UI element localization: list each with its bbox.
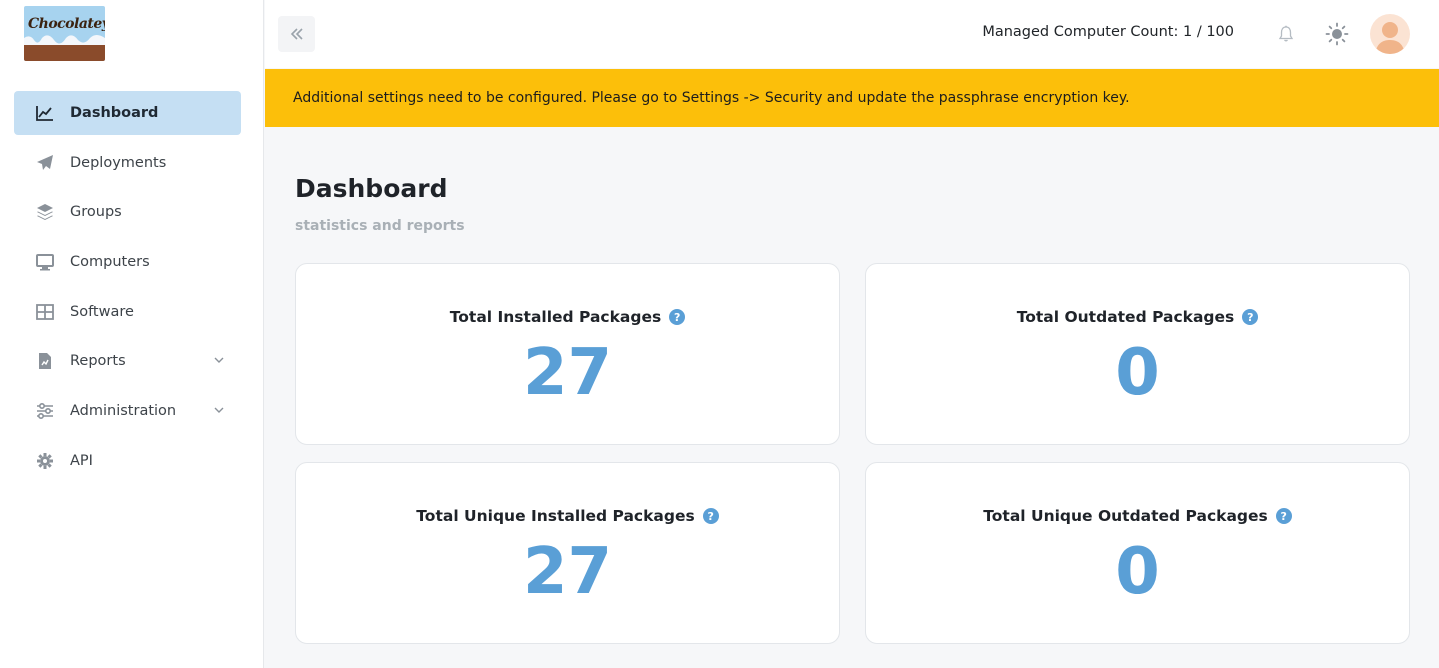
help-icon[interactable]: ? [1275, 508, 1292, 524]
card-value: 27 [522, 535, 613, 609]
sidebar-item-label: Administration [70, 403, 177, 420]
monitor-icon [36, 253, 54, 271]
card-header: Total Unique Outdated Packages ? [866, 507, 1409, 525]
sidebar-item-api[interactable]: API [14, 439, 241, 483]
sidebar-item-label: Groups [70, 204, 122, 221]
sidebar-item-software[interactable]: Software [14, 290, 241, 334]
sidebar-item-label: Computers [70, 254, 150, 271]
card-title: Total Installed Packages [449, 308, 662, 326]
sidebar-item-groups[interactable]: Groups [14, 190, 241, 234]
card-title: Total Outdated Packages [1016, 308, 1235, 326]
card-value: 27 [522, 336, 613, 410]
card-header: Total Installed Packages ? [296, 308, 839, 326]
managed-computer-count: Managed Computer Count: 1 / 100 [982, 24, 1234, 40]
sidebar-item-deployments[interactable]: Deployments [14, 141, 241, 185]
sliders-icon [36, 402, 54, 420]
card-header: Total Outdated Packages ? [866, 308, 1409, 326]
gear-icon [36, 452, 54, 470]
layers-icon [36, 203, 54, 221]
sidebar-nav: Dashboard Deployments Groups Computers S… [14, 91, 241, 489]
sidebar-item-reports[interactable]: Reports [14, 339, 241, 383]
stat-card-unique-outdated: Total Unique Outdated Packages ? 0 [865, 462, 1410, 644]
settings-alert-banner: Additional settings need to be configure… [265, 69, 1439, 127]
sidebar-item-label: Dashboard [70, 105, 159, 121]
bell-icon[interactable] [1276, 24, 1296, 44]
help-icon[interactable]: ? [1242, 309, 1259, 325]
user-avatar-icon[interactable] [1370, 14, 1410, 54]
grid-icon [36, 303, 54, 321]
double-chevron-left-icon [290, 28, 303, 40]
chart-line-icon [36, 104, 54, 122]
sidebar-item-label: Reports [70, 353, 126, 370]
sidebar-item-dashboard[interactable]: Dashboard [14, 91, 241, 135]
sidebar-item-computers[interactable]: Computers [14, 240, 241, 284]
stat-card-unique-installed: Total Unique Installed Packages ? 27 [295, 462, 840, 644]
stat-card-total-installed: Total Installed Packages ? 27 [295, 263, 840, 445]
chevron-down-icon [214, 357, 224, 364]
paper-plane-icon [36, 154, 54, 172]
card-value: 0 [1115, 336, 1160, 410]
sidebar-item-label: API [70, 452, 93, 469]
chocolatey-logo[interactable]: Chocolatey [24, 6, 105, 61]
sidebar-item-administration[interactable]: Administration [14, 389, 241, 433]
logo-text: Chocolatey [28, 16, 105, 32]
help-icon[interactable]: ? [702, 508, 719, 524]
stat-card-total-outdated: Total Outdated Packages ? 0 [865, 263, 1410, 445]
collapse-sidebar-button[interactable] [278, 16, 315, 52]
sidebar: Chocolatey Dashboard Deployments Groups … [0, 0, 264, 668]
card-title: Total Unique Outdated Packages [983, 507, 1268, 525]
report-file-icon [36, 352, 54, 370]
alert-message: Additional settings need to be configure… [293, 90, 1130, 106]
sidebar-item-label: Software [70, 303, 134, 320]
card-header: Total Unique Installed Packages ? [296, 507, 839, 525]
sun-icon[interactable] [1325, 22, 1349, 46]
logo-chocolate-bar [24, 45, 105, 61]
page-title: Dashboard [295, 174, 448, 203]
sidebar-item-label: Deployments [70, 154, 167, 171]
top-bar: Managed Computer Count: 1 / 100 [265, 0, 1439, 68]
help-icon[interactable]: ? [669, 309, 686, 325]
chevron-down-icon [214, 407, 224, 414]
card-title: Total Unique Installed Packages [416, 507, 695, 525]
card-value: 0 [1115, 535, 1160, 609]
page-subtitle: statistics and reports [295, 218, 465, 234]
